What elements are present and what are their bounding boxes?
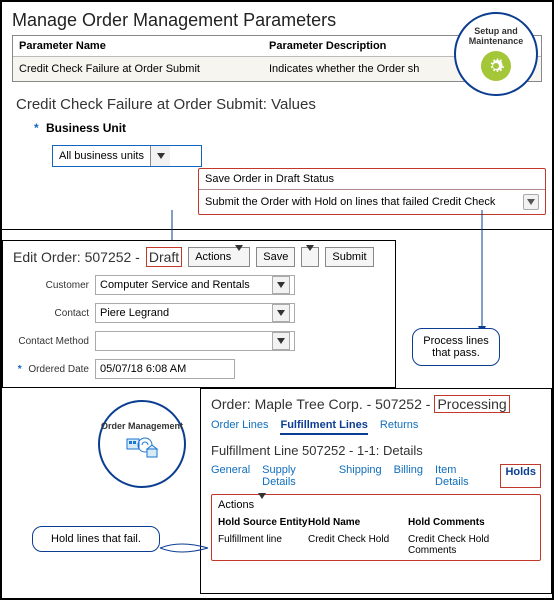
parameter-value-options: Save Order in Draft Status Submit the Or… bbox=[198, 168, 546, 215]
chevron-down-icon bbox=[306, 251, 314, 263]
chevron-down-icon[interactable] bbox=[523, 194, 539, 210]
callout-hold-fail: Hold lines that fail. bbox=[32, 526, 160, 552]
callout-process-pass: Process lines that pass. bbox=[412, 328, 500, 366]
cell-hold-comments: Credit Check Hold Comments bbox=[408, 534, 534, 556]
edit-order-panel: Edit Order: 507252 - Draft Actions Save … bbox=[2, 240, 396, 388]
holds-actions-button[interactable]: Actions bbox=[218, 499, 266, 511]
customer-field[interactable]: Computer Service and Rentals bbox=[95, 275, 295, 295]
subtab-billing[interactable]: Billing bbox=[394, 464, 423, 488]
order-management-badge: Order Management bbox=[98, 400, 186, 488]
col-hold-comments: Hold Comments bbox=[408, 517, 534, 528]
contact-label: Contact bbox=[13, 308, 95, 319]
order-status-processing: Processing bbox=[434, 395, 509, 413]
subtab-general[interactable]: General bbox=[211, 464, 250, 488]
save-button[interactable]: Save bbox=[256, 247, 295, 267]
subtab-holds[interactable]: Holds bbox=[500, 464, 541, 488]
tab-returns[interactable]: Returns bbox=[380, 419, 419, 435]
values-subhead: Credit Check Failure at Order Submit: Va… bbox=[16, 96, 542, 113]
subtab-supply[interactable]: Supply Details bbox=[262, 464, 327, 488]
holds-actions-label: Actions bbox=[218, 499, 254, 511]
fulfillment-line-subhead: Fulfillment Line 507252 - 1-1: Details bbox=[211, 443, 541, 458]
fulfillment-subtabs: General Supply Details Shipping Billing … bbox=[211, 464, 541, 488]
order-tabs: Order Lines Fulfillment Lines Returns bbox=[211, 419, 541, 435]
ordered-date-value: 05/07/18 6:08 AM bbox=[100, 363, 186, 375]
badge-label: Order Management bbox=[101, 421, 183, 431]
chevron-down-icon[interactable] bbox=[272, 332, 290, 350]
cell-hold-entity: Fulfillment line bbox=[218, 534, 308, 556]
business-unit-label: * Business Unit bbox=[34, 121, 542, 135]
chevron-down-icon[interactable] bbox=[272, 276, 290, 294]
ordered-date-field[interactable]: 05/07/18 6:08 AM bbox=[95, 359, 235, 379]
actions-menu-button[interactable]: Actions bbox=[188, 247, 250, 267]
actions-label: Actions bbox=[195, 251, 231, 263]
business-unit-value: All business units bbox=[53, 150, 150, 162]
subtab-shipping[interactable]: Shipping bbox=[339, 464, 382, 488]
customer-label: Customer bbox=[13, 280, 95, 291]
gear-icon bbox=[481, 51, 511, 81]
order-status-draft: Draft bbox=[146, 247, 182, 267]
ordered-date-label: * Ordered Date bbox=[13, 364, 95, 375]
ordered-date-label-text: Ordered Date bbox=[28, 364, 89, 375]
cell-hold-name: Credit Check Hold bbox=[308, 534, 408, 556]
save-label: Save bbox=[263, 251, 288, 263]
order-management-icon bbox=[125, 435, 159, 467]
option-submit-with-hold-text: Submit the Order with Hold on lines that… bbox=[205, 196, 495, 208]
chevron-down-icon bbox=[258, 499, 266, 511]
holds-section: Actions Hold Source Entity Hold Name Hol… bbox=[211, 494, 541, 561]
save-split-button[interactable] bbox=[301, 247, 319, 267]
submit-label: Submit bbox=[332, 251, 366, 263]
contact-method-label: Contact Method bbox=[13, 336, 95, 347]
contact-method-field[interactable] bbox=[95, 331, 295, 351]
edit-order-title: Edit Order: 507252 - bbox=[13, 249, 140, 265]
business-unit-select[interactable]: All business units bbox=[52, 145, 202, 167]
col-hold-entity: Hold Source Entity bbox=[218, 517, 308, 528]
order-title: Order: Maple Tree Corp. - 507252 - bbox=[211, 396, 430, 412]
chevron-down-icon bbox=[235, 251, 243, 263]
holds-table-row[interactable]: Fulfillment line Credit Check Hold Credi… bbox=[218, 534, 534, 556]
badge-label: Setup and Maintenance bbox=[456, 27, 536, 47]
setup-maintenance-badge: Setup and Maintenance bbox=[454, 12, 538, 96]
contact-value: Piere Legrand bbox=[100, 307, 169, 319]
cell-param-name: Credit Check Failure at Order Submit bbox=[19, 63, 269, 75]
manage-parameters-panel: Manage Order Management Parameters Param… bbox=[2, 2, 552, 230]
submit-button[interactable]: Submit bbox=[325, 247, 373, 267]
chevron-down-icon[interactable] bbox=[272, 304, 290, 322]
tab-order-lines[interactable]: Order Lines bbox=[211, 419, 268, 435]
order-detail-panel: Order: Maple Tree Corp. - 507252 - Proce… bbox=[200, 388, 552, 594]
col-param-name: Parameter Name bbox=[19, 40, 269, 52]
chevron-down-icon[interactable] bbox=[150, 146, 170, 166]
subtab-item-details[interactable]: Item Details bbox=[435, 464, 488, 488]
tab-fulfillment-lines[interactable]: Fulfillment Lines bbox=[280, 419, 367, 435]
customer-value: Computer Service and Rentals bbox=[100, 279, 250, 291]
required-star-icon: * bbox=[18, 364, 22, 375]
col-hold-name: Hold Name bbox=[308, 517, 408, 528]
required-star-icon: * bbox=[34, 121, 39, 135]
business-unit-label-text: Business Unit bbox=[46, 121, 126, 135]
contact-field[interactable]: Piere Legrand bbox=[95, 303, 295, 323]
option-save-draft[interactable]: Save Order in Draft Status bbox=[199, 169, 545, 189]
option-submit-with-hold[interactable]: Submit the Order with Hold on lines that… bbox=[199, 189, 545, 214]
holds-table-header: Hold Source Entity Hold Name Hold Commen… bbox=[218, 517, 534, 528]
